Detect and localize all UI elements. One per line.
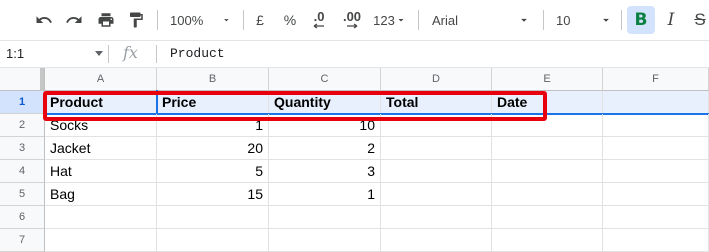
column-header-d[interactable]: D <box>381 68 492 91</box>
row-header-4[interactable]: 4 <box>0 160 45 183</box>
freeze-handle[interactable] <box>40 68 44 91</box>
font-chevron-down-icon[interactable] <box>516 6 532 34</box>
formula-bar: 1:1 fx Product <box>0 41 709 68</box>
strikethrough-button[interactable]: S <box>690 6 709 34</box>
selection-anchor <box>156 90 158 115</box>
spreadsheet-grid: A B C D E F 1 2 3 4 5 6 7 Product Price … <box>0 68 709 252</box>
more-formats-button[interactable]: 123 <box>370 6 410 34</box>
paint-format-icon[interactable] <box>124 6 148 34</box>
cell-c5[interactable]: 1 <box>269 183 381 206</box>
zoom-select[interactable]: 100% <box>170 6 232 34</box>
arrow-right-icon <box>347 23 358 29</box>
cell-f4[interactable] <box>603 160 709 183</box>
font-size-chevron-down-icon[interactable] <box>598 6 614 34</box>
name-box-chevron-down-icon[interactable] <box>95 51 103 57</box>
toolbar-divider <box>243 10 244 30</box>
cell-c7[interactable] <box>269 229 381 252</box>
cell-e5[interactable] <box>492 183 603 206</box>
cell-a2[interactable]: Socks <box>45 114 157 137</box>
cell-d5[interactable] <box>381 183 492 206</box>
cell-a1[interactable]: Product <box>45 91 157 114</box>
select-all-corner[interactable] <box>0 68 45 91</box>
italic-button[interactable]: I <box>660 6 682 34</box>
cell-d3[interactable] <box>381 137 492 160</box>
column-header-f[interactable]: F <box>603 68 709 91</box>
cell-a3[interactable]: Jacket <box>45 137 157 160</box>
cell-b1[interactable]: Price <box>157 91 269 114</box>
cell-c4[interactable]: 3 <box>269 160 381 183</box>
cell-f7[interactable] <box>603 229 709 252</box>
cell-a4[interactable]: Hat <box>45 160 157 183</box>
cell-f2[interactable] <box>603 114 709 137</box>
cell-e1[interactable]: Date <box>492 91 603 114</box>
cell-a6[interactable] <box>45 206 157 229</box>
cell-d2[interactable] <box>381 114 492 137</box>
cell-d7[interactable] <box>381 229 492 252</box>
zoom-value: 100% <box>170 12 204 28</box>
column-header-a[interactable]: A <box>45 68 157 91</box>
bold-button[interactable]: B <box>627 6 655 34</box>
decrease-decimal-button[interactable]: .0 <box>308 6 330 34</box>
percent-button[interactable]: % <box>280 6 300 34</box>
cell-c2[interactable]: 10 <box>269 114 381 137</box>
font-size-select[interactable]: 10 <box>556 6 576 34</box>
cell-b7[interactable] <box>157 229 269 252</box>
increase-decimal-button[interactable]: .00 <box>339 6 365 34</box>
column-header-e[interactable]: E <box>492 68 603 91</box>
cell-d1[interactable]: Total <box>381 91 492 114</box>
row-header-6[interactable]: 6 <box>0 206 45 229</box>
name-box[interactable]: 1:1 <box>6 46 24 61</box>
cell-d6[interactable] <box>381 206 492 229</box>
toolbar-divider <box>418 10 419 30</box>
cell-f5[interactable] <box>603 183 709 206</box>
cell-e6[interactable] <box>492 206 603 229</box>
print-icon[interactable] <box>94 6 118 34</box>
formula-divider <box>156 45 157 63</box>
cell-c1[interactable]: Quantity <box>269 91 381 114</box>
formula-input[interactable]: Product <box>170 46 225 61</box>
chevron-down-icon <box>224 19 229 22</box>
row-header-5[interactable]: 5 <box>0 183 45 206</box>
toolbar-divider <box>621 10 622 30</box>
fx-icon: fx <box>123 43 138 62</box>
column-header-b[interactable]: B <box>157 68 269 91</box>
cell-e3[interactable] <box>492 137 603 160</box>
cell-e2[interactable] <box>492 114 603 137</box>
toolbar-divider <box>543 10 544 30</box>
row-header-3[interactable]: 3 <box>0 137 45 160</box>
cell-d4[interactable] <box>381 160 492 183</box>
cell-c6[interactable] <box>269 206 381 229</box>
formula-divider <box>108 45 109 63</box>
currency-button[interactable]: £ <box>250 6 270 34</box>
cell-c3[interactable]: 2 <box>269 137 381 160</box>
toolbar: 100% £ % .0 .00 123 Arial 10 B I S <box>0 0 709 41</box>
chevron-down-icon <box>398 19 404 22</box>
redo-icon[interactable] <box>62 6 86 34</box>
cell-b4[interactable]: 5 <box>157 160 269 183</box>
cell-b5[interactable]: 15 <box>157 183 269 206</box>
cell-b6[interactable] <box>157 206 269 229</box>
cell-f6[interactable] <box>603 206 709 229</box>
row-header-1[interactable]: 1 <box>0 91 45 114</box>
cell-e7[interactable] <box>492 229 603 252</box>
cell-f1[interactable] <box>603 91 709 114</box>
undo-icon[interactable] <box>32 6 56 34</box>
cell-b3[interactable]: 20 <box>157 137 269 160</box>
cell-e4[interactable] <box>492 160 603 183</box>
arrow-left-icon <box>313 23 324 29</box>
toolbar-divider <box>157 10 158 30</box>
column-header-c[interactable]: C <box>269 68 381 91</box>
cell-f3[interactable] <box>603 137 709 160</box>
row-header-7[interactable]: 7 <box>0 229 45 252</box>
cell-a5[interactable]: Bag <box>45 183 157 206</box>
row-header-2[interactable]: 2 <box>0 114 45 137</box>
cell-a7[interactable] <box>45 229 157 252</box>
cell-b2[interactable]: 1 <box>157 114 269 137</box>
